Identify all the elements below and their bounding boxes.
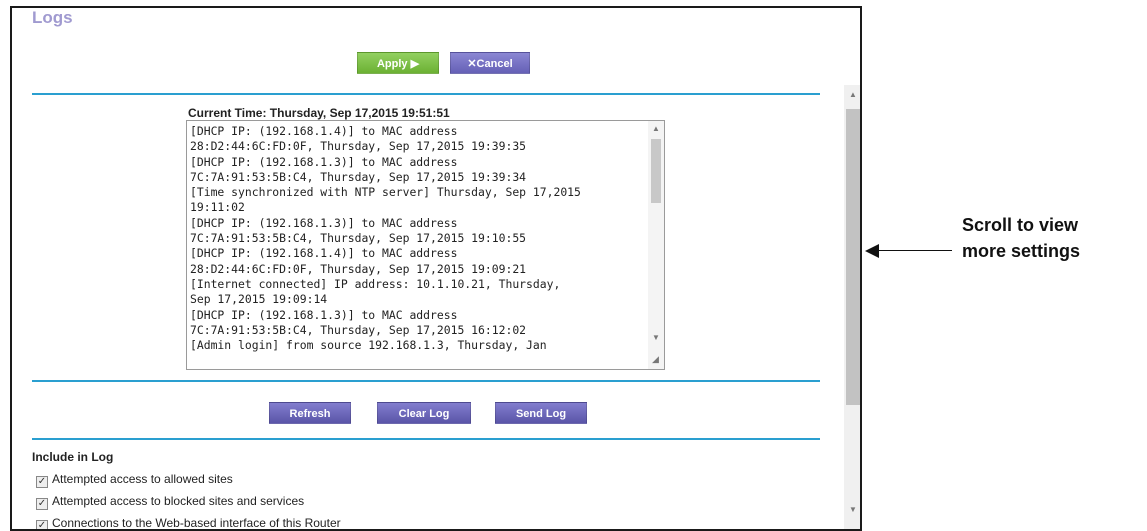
scroll-up-icon[interactable]: ▲ <box>652 124 660 133</box>
page-scroll-down-icon[interactable]: ▼ <box>849 505 857 514</box>
page-scroll-up-icon[interactable]: ▲ <box>849 90 857 99</box>
clear-log-button[interactable]: Clear Log <box>377 402 471 424</box>
include-heading: Include in Log <box>32 450 114 464</box>
log-line: [DHCP IP: (192.168.1.3)] to MAC address <box>190 307 458 322</box>
option-web-interface-connections[interactable]: ✓ Connections to the Web-based interface … <box>36 516 341 529</box>
log-line: [DHCP IP: (192.168.1.3)] to MAC address <box>190 154 458 169</box>
pointer-arrow-icon <box>865 244 879 258</box>
divider-middle <box>32 380 820 382</box>
option-blocked-sites[interactable]: ✓ Attempted access to blocked sites and s… <box>36 494 304 510</box>
divider-bottom <box>32 438 820 440</box>
divider-top <box>32 93 820 95</box>
log-text: [DHCP IP: (192.168.1.4)] to MAC address 2… <box>190 124 645 353</box>
checkbox-checked-icon[interactable]: ✓ <box>36 520 48 529</box>
page-scrollbar[interactable]: ▲ ▼ <box>844 85 860 529</box>
refresh-button[interactable]: Refresh <box>269 402 351 424</box>
log-textarea[interactable]: [DHCP IP: (192.168.1.4)] to MAC address 2… <box>186 120 665 370</box>
log-line: [Internet connected] IP address: 10.1.10… <box>190 276 561 291</box>
log-line: 7C:7A:91:53:5B:C4, Thursday, Sep 17,2015… <box>190 169 527 184</box>
cancel-button[interactable]: ✕Cancel <box>450 52 530 74</box>
scroll-down-icon[interactable]: ▼ <box>652 333 660 342</box>
current-time-label: Current Time: Thursday, Sep 17,2015 19:5… <box>188 106 450 120</box>
option-allowed-sites[interactable]: ✓ Attempted access to allowed sites <box>36 472 233 488</box>
log-line: [DHCP IP: (192.168.1.4)] to MAC address <box>190 246 458 261</box>
log-line: 7C:7A:91:53:5B:C4, Thursday, Sep 17,2015… <box>190 231 527 246</box>
checkbox-checked-icon[interactable]: ✓ <box>36 476 48 488</box>
send-log-button[interactable]: Send Log <box>495 402 587 424</box>
log-scrollbar[interactable]: ▲ ▼ ◢ <box>648 121 664 369</box>
log-line: 28:D2:44:6C:FD:0F, Thursday, Sep 17,2015… <box>190 139 527 154</box>
scroll-annotation: Scroll to view more settings <box>962 215 1081 261</box>
log-line: [DHCP IP: (192.168.1.3)] to MAC address <box>190 215 458 230</box>
apply-button[interactable]: Apply ▶ <box>357 52 439 74</box>
log-scroll-thumb[interactable] <box>651 139 661 203</box>
log-line: 28:D2:44:6C:FD:0F, Thursday, Sep 17,2015… <box>190 261 527 276</box>
page-title: Logs <box>32 8 73 27</box>
checkbox-checked-icon[interactable]: ✓ <box>36 498 48 510</box>
resize-grip-icon[interactable]: ◢ <box>652 354 659 365</box>
log-line: 19:11:02 <box>190 200 245 215</box>
log-line: [Admin login] from source 192.168.1.3, T… <box>190 338 547 353</box>
page-scroll-thumb[interactable] <box>846 109 860 405</box>
pointer-arrow-line <box>876 250 952 251</box>
log-line: Sep 17,2015 19:09:14 <box>190 292 328 307</box>
log-line: [DHCP IP: (192.168.1.4)] to MAC address <box>190 124 458 138</box>
router-page-frame: Logs Apply ▶ ✕Cancel Current Time: Thurs… <box>10 6 862 531</box>
log-line: 7C:7A:91:53:5B:C4, Thursday, Sep 17,2015… <box>190 322 527 337</box>
log-line: [Time synchronized with NTP server] Thur… <box>190 185 581 200</box>
